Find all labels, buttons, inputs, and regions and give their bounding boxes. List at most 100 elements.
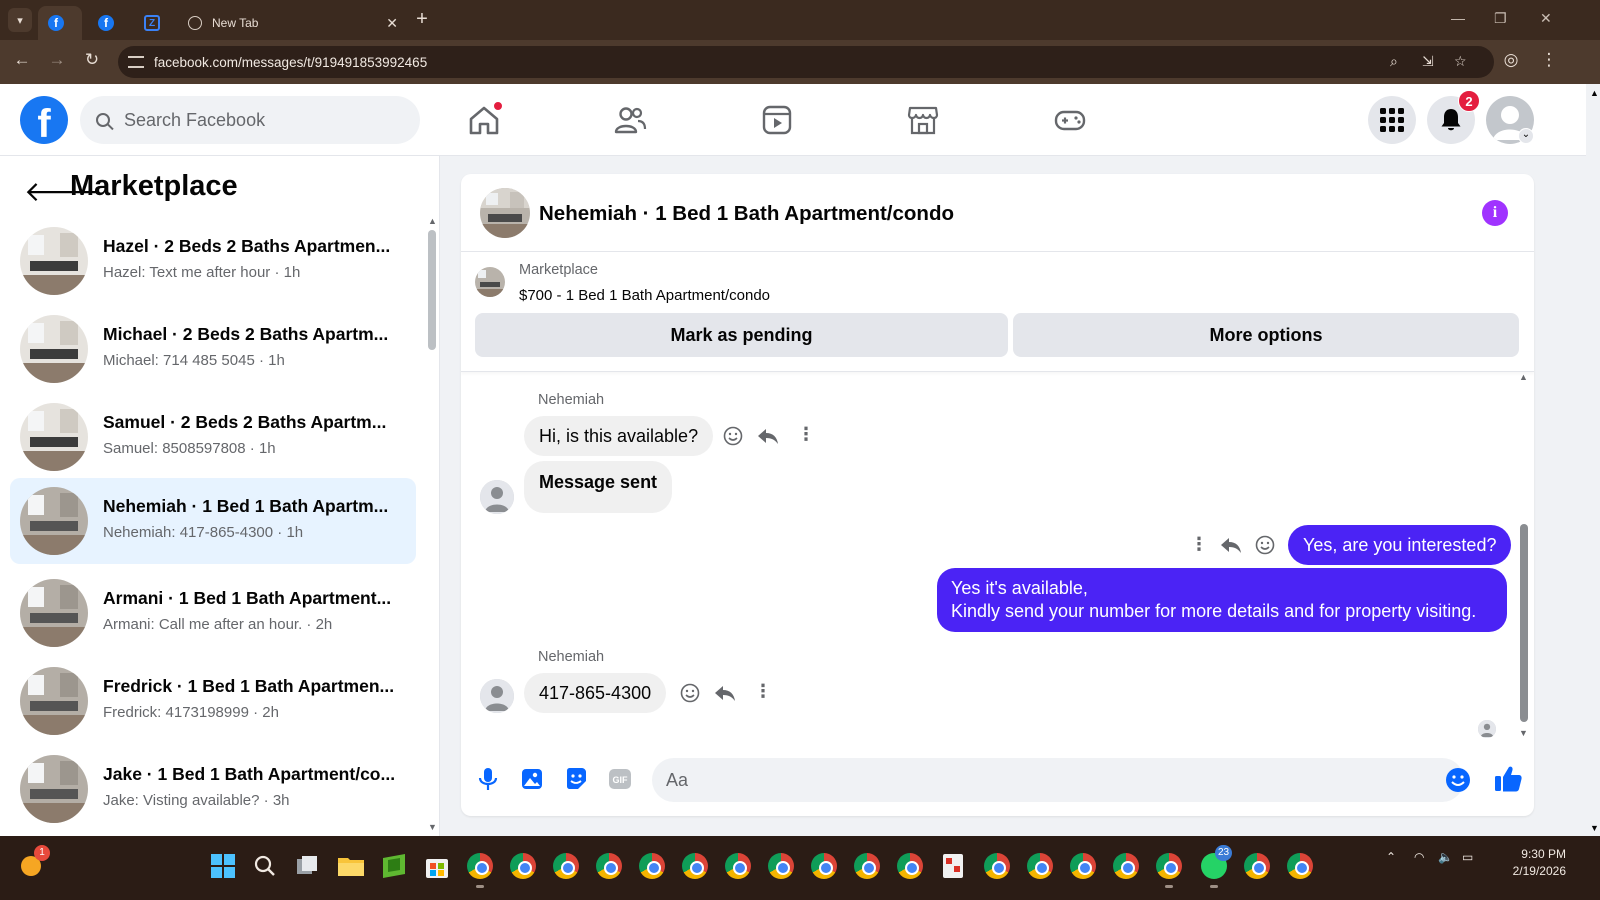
chrome-window-button[interactable] [1067,850,1099,882]
message-more-icon[interactable]: ⋮ [1190,534,1208,555]
video-icon[interactable] [760,104,794,136]
chat-scrollbar[interactable] [1520,524,1528,722]
chrome-window-button[interactable] [679,850,711,882]
incoming-message[interactable]: 417-865-4300 [524,673,667,713]
gif-icon[interactable]: GIF [607,766,633,792]
facebook-search[interactable] [80,96,420,144]
new-tab-button[interactable]: + [412,8,432,30]
chrome-window-button[interactable] [1024,850,1056,882]
message-more-icon[interactable]: ⋮ [797,424,815,445]
emoji-icon[interactable] [1445,767,1471,793]
sidebar-scroll-down-icon[interactable]: ▼ [428,822,437,832]
sidebar-scrollbar[interactable] [428,230,436,350]
close-window-button[interactable]: ✕ [1540,10,1552,27]
conversation-info-icon[interactable]: i [1482,200,1508,226]
file-explorer-button[interactable] [335,850,367,882]
microphone-icon[interactable] [475,766,501,792]
forward-button[interactable]: → [45,50,69,70]
incoming-message[interactable]: Hi, is this available? [524,416,714,456]
reload-button[interactable]: ↻ [80,50,104,70]
conversation-item[interactable]: Samuel · 2 Beds 2 Baths Apartm... Samuel:… [10,394,416,480]
page-scroll-down-icon[interactable]: ▼ [1590,823,1599,833]
whatsapp-button[interactable]: 23 [1198,845,1233,888]
more-options-button[interactable]: More options [1013,313,1519,357]
taskbar-search-button[interactable] [249,850,281,882]
task-view-button[interactable] [292,850,324,882]
chrome-window-button[interactable] [1153,850,1185,888]
listing-thumbnail[interactable] [475,267,505,297]
react-emoji-icon[interactable] [680,683,700,703]
thumbs-up-icon[interactable] [1493,764,1523,794]
show-hidden-icons-button[interactable]: ⌃ [1386,850,1396,864]
taskbar-app-button[interactable] [378,850,410,882]
search-input[interactable] [124,109,384,131]
tab-zillow[interactable]: Z [134,6,174,40]
conversation-item[interactable]: Nehemiah · 1 Bed 1 Bath Apartm... Nehemia… [10,478,416,564]
install-app-icon[interactable]: ⇲ [1422,53,1434,70]
volume-icon[interactable]: 🔈 [1438,850,1453,864]
conversation-item[interactable]: Michael · 2 Beds 2 Baths Apartm... Michae… [10,306,416,392]
page-scroll-up-icon[interactable]: ▲ [1590,88,1599,98]
sticker-icon[interactable] [563,766,589,792]
reply-icon[interactable] [1220,535,1242,555]
back-button[interactable]: ← [10,50,34,70]
incoming-message[interactable]: Message sent [524,461,673,513]
chat-scroll-up-icon[interactable]: ▲ [1519,372,1528,382]
battery-icon[interactable]: ▭ [1462,850,1473,864]
chrome-window-button[interactable] [593,850,625,882]
chrome-window-button[interactable] [550,850,582,882]
chrome-window-button[interactable] [851,850,883,882]
tab-close-icon[interactable]: ✕ [386,15,398,32]
message-input[interactable] [652,758,1464,802]
chrome-window-button[interactable] [1110,850,1142,882]
taskbar-clock[interactable]: 9:30 PM 2/19/2026 [1486,846,1566,880]
tab-search-button[interactable]: ▾ [8,8,32,32]
mark-as-pending-button[interactable]: Mark as pending [475,313,1008,357]
facebook-logo-icon[interactable]: f [20,96,68,144]
chrome-window-button[interactable] [636,850,668,882]
tab-new-tab[interactable]: New Tab ✕ [178,6,408,40]
taskbar-app-button[interactable] [938,850,970,882]
gaming-icon[interactable] [1053,104,1087,136]
account-chevron-icon[interactable]: ⌄ [1518,128,1534,144]
weather-widget[interactable]: 1 [17,845,50,882]
chrome-window-button[interactable] [722,850,754,882]
tab-facebook-active[interactable]: f [38,6,82,40]
minimize-button[interactable]: — [1451,10,1465,26]
site-info-icon[interactable] [128,56,144,68]
reply-icon[interactable] [714,683,736,703]
chrome-window-button[interactable] [464,850,496,888]
chrome-window-button[interactable] [981,850,1013,882]
friends-icon[interactable] [613,104,647,136]
chrome-window-button[interactable] [507,850,539,882]
address-bar[interactable]: facebook.com/messages/t/919491853992465 … [118,46,1494,78]
chat-avatar[interactable] [480,188,530,238]
conversation-item[interactable]: Hazel · 2 Beds 2 Baths Apartmen... Hazel:… [10,218,416,304]
sidebar-scroll-up-icon[interactable]: ▲ [428,216,437,226]
reply-icon[interactable] [757,426,779,446]
chrome-window-button[interactable] [1284,850,1316,882]
chrome-window-button[interactable] [894,850,926,882]
browser-menu-icon[interactable]: ⋮ [1537,50,1561,70]
message-more-icon[interactable]: ⋮ [754,681,772,702]
chat-scroll-down-icon[interactable]: ▼ [1519,728,1528,738]
marketplace-icon[interactable] [906,104,940,136]
profile-icon[interactable]: ◎ [1499,50,1523,70]
outgoing-message[interactable]: Yes, are you interested? [1288,525,1512,565]
chrome-window-button[interactable] [1241,850,1273,882]
conversation-item[interactable]: Jake · 1 Bed 1 Bath Apartment/co... Jake:… [10,746,416,832]
chrome-window-button[interactable] [808,850,840,882]
restore-button[interactable]: ❐ [1494,10,1507,27]
outgoing-message[interactable]: Yes it's available, Kindly send your num… [937,568,1507,632]
chrome-window-button[interactable] [765,850,797,882]
listing-title[interactable]: $700 - 1 Bed 1 Bath Apartment/condo [519,287,770,304]
tab-facebook[interactable]: f [88,6,128,40]
bookmark-star-icon[interactable]: ☆ [1454,53,1467,70]
wifi-icon[interactable]: ◠ [1414,850,1424,864]
conversation-item[interactable]: Fredrick · 1 Bed 1 Bath Apartmen... Fredr… [10,658,416,744]
photo-icon[interactable] [519,766,545,792]
react-emoji-icon[interactable] [1255,535,1275,555]
menu-button[interactable] [1368,96,1416,144]
zoom-icon[interactable]: ⌕ [1390,53,1398,70]
react-emoji-icon[interactable] [723,426,743,446]
